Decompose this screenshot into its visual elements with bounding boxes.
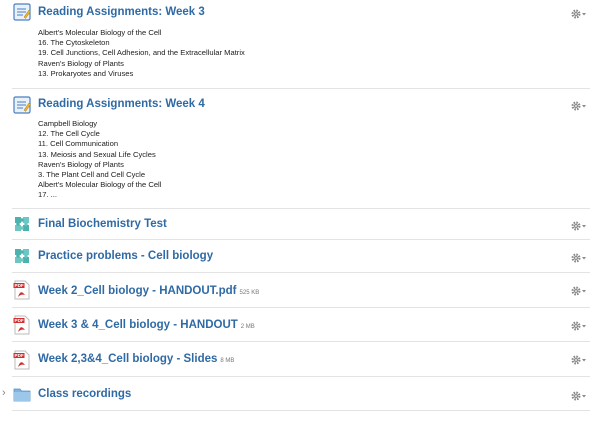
gear-dropdown-icon[interactable]: [570, 251, 588, 263]
divider: [12, 208, 590, 209]
activity-description: Albert's Molecular Biology of the Cell 1…: [38, 28, 245, 79]
description-line: Campbell Biology: [38, 119, 98, 128]
file-size: 2 MB: [240, 324, 255, 330]
activity-title-link[interactable]: Reading Assignments: Week 3: [38, 6, 205, 18]
description-line: Raven's Biology of Plants: [38, 58, 124, 68]
resource-name: Week 3 & 4_Cell biology - HANDOUT: [38, 319, 238, 331]
description-line: Raven's Biology of Plants: [38, 159, 124, 169]
activity-title-link[interactable]: Week 2,3&4_Cell biology - Slides 8 MB: [38, 353, 234, 365]
gear-dropdown-icon[interactable]: [570, 7, 588, 19]
pdf-icon: PDF: [13, 350, 31, 370]
description-line: Albert's Molecular Biology of the Cell: [38, 28, 162, 37]
divider: [12, 410, 590, 411]
divider: [12, 341, 590, 342]
resource-name: Week 2_Cell biology - HANDOUT.pdf: [38, 285, 237, 297]
svg-text:PDF: PDF: [15, 318, 24, 323]
pdf-icon: PDF: [13, 280, 31, 300]
description-line: Albert's Molecular Biology of the Cell: [38, 180, 162, 190]
quiz-puzzle-icon: [13, 247, 31, 265]
divider: [12, 239, 590, 240]
activity-title-link[interactable]: Practice problems - Cell biology: [38, 250, 213, 262]
activity-title-link[interactable]: Week 2_Cell biology - HANDOUT.pdf 525 KB: [38, 285, 259, 297]
assignment-icon: [13, 96, 31, 114]
pdf-icon: PDF: [13, 315, 31, 335]
chevron-right-icon[interactable]: ›: [2, 387, 6, 399]
divider: [12, 307, 590, 308]
svg-text:PDF: PDF: [15, 353, 24, 358]
divider: [12, 272, 590, 273]
file-size: 525 KB: [239, 290, 260, 296]
folder-icon: [13, 386, 31, 404]
description-line: 16. The Cytoskeleton: [38, 38, 110, 48]
activity-description: Campbell Biology 12. The Cell Cycle 11. …: [38, 119, 161, 201]
activity-title-link[interactable]: Week 3 & 4_Cell biology - HANDOUT 2 MB: [38, 319, 255, 331]
divider: [12, 88, 590, 89]
activity-title-link[interactable]: Final Biochemistry Test: [38, 218, 167, 230]
divider: [12, 376, 590, 377]
activity-title-link[interactable]: Reading Assignments: Week 4: [38, 98, 205, 110]
activity-title-link[interactable]: Class recordings: [38, 388, 131, 400]
description-line: 17. ...: [38, 190, 57, 200]
assignment-icon: [13, 3, 31, 21]
description-line: 12. The Cell Cycle: [38, 129, 100, 139]
resource-name: Week 2,3&4_Cell biology - Slides: [38, 353, 218, 365]
gear-dropdown-icon[interactable]: [570, 319, 588, 331]
description-line: 19. Cell Junctions, Cell Adhesion, and t…: [38, 48, 245, 58]
svg-text:PDF: PDF: [15, 283, 24, 288]
gear-dropdown-icon[interactable]: [570, 389, 588, 401]
description-line: 3. The Plant Cell and Cell Cycle: [38, 170, 146, 180]
description-line: 11. Cell Communication: [38, 139, 119, 149]
file-size: 8 MB: [220, 358, 235, 364]
quiz-puzzle-icon: [13, 215, 31, 233]
gear-dropdown-icon[interactable]: [570, 99, 588, 111]
description-line: 13. Meiosis and Sexual Life Cycles: [38, 149, 156, 159]
description-line: 13. Prokaryotes and Viruses: [38, 68, 134, 78]
gear-dropdown-icon[interactable]: [570, 219, 588, 231]
gear-dropdown-icon[interactable]: [570, 284, 588, 296]
gear-dropdown-icon[interactable]: [570, 353, 588, 365]
